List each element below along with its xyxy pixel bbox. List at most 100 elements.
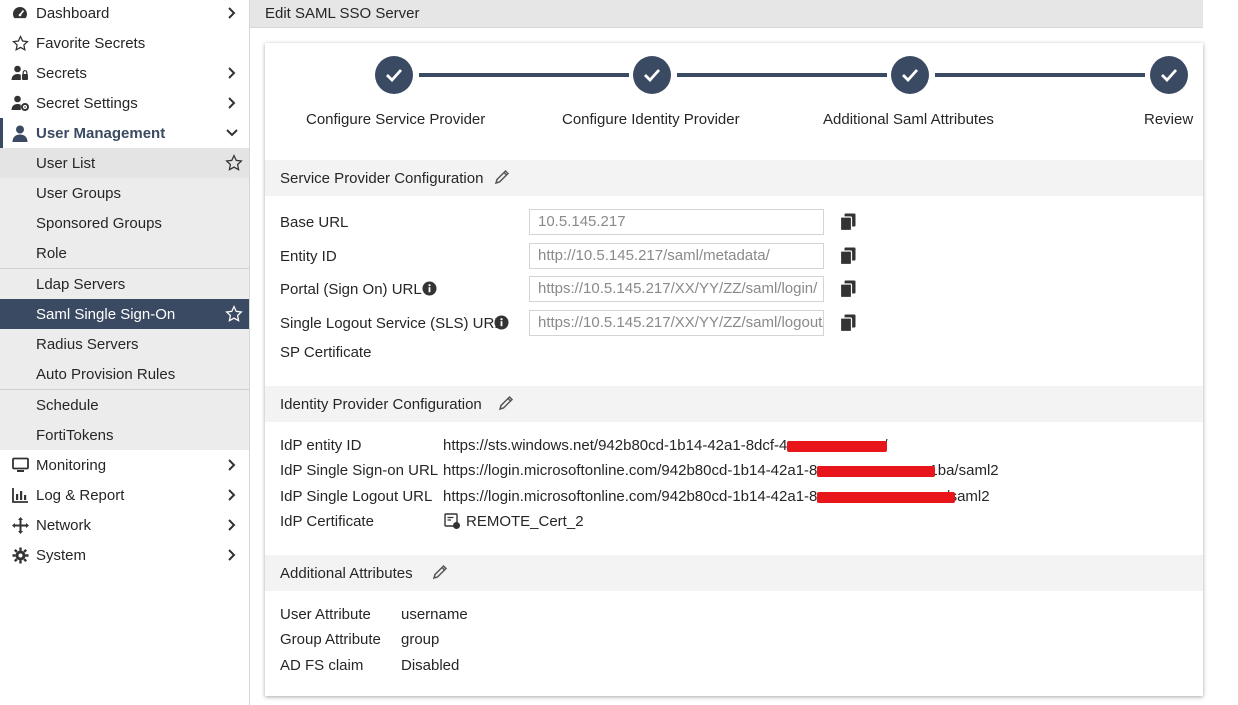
sidebar-item-label: Secrets (36, 64, 87, 82)
sidebar-item-sponsored-groups[interactable]: Sponsored Groups (0, 208, 249, 238)
chevron-down-icon (226, 129, 238, 137)
sidebar-item-label: Network (36, 516, 92, 534)
stepper-connector (419, 73, 629, 77)
sidebar-item-label: Radius Servers (36, 335, 139, 353)
pencil-icon[interactable] (432, 564, 448, 580)
sidebar-item-label: Saml Single Sign-On (36, 305, 176, 323)
check-icon (902, 69, 919, 82)
copy-icon[interactable] (840, 247, 856, 265)
sidebar-item-secret-settings[interactable]: Secret Settings (0, 88, 249, 118)
sidebar-item-network[interactable]: Network (0, 510, 249, 540)
redaction-mark (817, 466, 935, 477)
info-icon[interactable] (422, 281, 437, 296)
page-header: Edit SAML SSO Server (250, 0, 1203, 28)
copy-icon[interactable] (840, 213, 856, 231)
sidebar-item-system[interactable]: System (0, 540, 249, 570)
sidebar-item-monitoring[interactable]: Monitoring (0, 450, 249, 480)
sidebar-item-label: FortiTokens (36, 426, 114, 444)
redaction-mark (787, 441, 887, 452)
network-arrows-icon (10, 515, 30, 535)
entity-id-field[interactable]: http://10.5.145.217/saml/metadata/ (529, 243, 824, 269)
redaction-mark (817, 492, 955, 503)
sp-certificate-label: SP Certificate (280, 344, 372, 361)
user-lock-icon (10, 63, 30, 83)
sidebar-item-user-management[interactable]: User Management (0, 118, 249, 148)
certificate-icon (444, 513, 460, 529)
sidebar-item-schedule[interactable]: Schedule (0, 390, 249, 420)
sidebar-item-log-report[interactable]: Log & Report (0, 480, 249, 510)
sidebar-item-label: Auto Provision Rules (36, 365, 176, 383)
pencil-icon[interactable] (494, 169, 510, 185)
section-header-additional-attributes: Additional Attributes (265, 555, 1203, 591)
user-attribute-value: username (401, 606, 468, 623)
sidebar-item-label: Favorite Secrets (36, 34, 146, 52)
user-icon (10, 123, 30, 143)
idp-sso-url-label: IdP Single Sign-on URL (280, 462, 439, 479)
group-attribute-label: Group Attribute (280, 631, 381, 648)
sidebar-item-label: Ldap Servers (36, 275, 126, 293)
section-header-identity-provider: Identity Provider Configuration (265, 386, 1203, 422)
base-url-field[interactable]: 10.5.145.217 (529, 209, 824, 235)
bar-chart-icon (10, 485, 30, 505)
base-url-label: Base URL (280, 214, 349, 231)
sidebar-item-user-list[interactable]: User List (0, 148, 249, 178)
section-title: Service Provider Configuration (280, 170, 484, 187)
sidebar-item-label: Role (36, 244, 67, 262)
sidebar-item-label: Log & Report (36, 486, 125, 504)
chevron-right-icon (228, 67, 236, 79)
portal-url-field[interactable]: https://10.5.145.217/XX/YY/ZZ/saml/login… (529, 276, 824, 302)
step-3-complete[interactable] (891, 56, 929, 94)
sidebar: Dashboard Favorite Secrets Secrets Secre… (0, 0, 250, 705)
gear-icon (10, 545, 30, 565)
stepper-connector (677, 73, 887, 77)
sidebar-item-label: Sponsored Groups (36, 214, 162, 232)
page-title: Edit SAML SSO Server (265, 5, 420, 22)
sidebar-item-fortitokens[interactable]: FortiTokens (0, 420, 249, 450)
user-gear-icon (10, 93, 30, 113)
sidebar-item-dashboard[interactable]: Dashboard (0, 0, 249, 28)
sidebar-item-label: User Management (36, 124, 166, 142)
sidebar-item-role[interactable]: Role (0, 238, 249, 268)
adfs-claim-label: AD FS claim (280, 657, 364, 674)
sls-url-field[interactable]: https://10.5.145.217/XX/YY/ZZ/saml/logou… (529, 310, 824, 336)
entity-id-label: Entity ID (280, 248, 337, 265)
dashboard-icon (10, 3, 30, 23)
sidebar-item-radius-servers[interactable]: Radius Servers (0, 329, 249, 359)
check-icon (1161, 69, 1178, 82)
monitor-icon (10, 455, 30, 475)
pencil-icon[interactable] (498, 395, 514, 411)
sidebar-item-user-groups[interactable]: User Groups (0, 178, 249, 208)
sls-url-label: Single Logout Service (SLS) URL (280, 315, 503, 332)
check-icon (386, 69, 403, 82)
wizard-card: Configure Service Provider Configure Ide… (265, 43, 1203, 696)
step-label: Review (1144, 111, 1194, 128)
step-4-complete[interactable] (1150, 56, 1188, 94)
info-icon[interactable] (494, 315, 509, 330)
sidebar-item-favorite-secrets[interactable]: Favorite Secrets (0, 28, 249, 58)
chevron-right-icon (228, 519, 236, 531)
group-attribute-value: group (401, 631, 440, 648)
star-icon[interactable] (225, 305, 243, 323)
user-attribute-label: User Attribute (280, 606, 371, 623)
idp-slo-url-label: IdP Single Logout URL (280, 488, 433, 505)
sidebar-item-auto-provision-rules[interactable]: Auto Provision Rules (0, 359, 249, 389)
step-label: Configure Identity Provider (562, 111, 740, 128)
portal-url-label: Portal (Sign On) URL (280, 281, 422, 298)
sidebar-item-label: Dashboard (36, 4, 110, 22)
chevron-right-icon (228, 459, 236, 471)
step-label: Additional Saml Attributes (823, 111, 994, 128)
sidebar-item-secrets[interactable]: Secrets (0, 58, 249, 88)
sidebar-item-label: System (36, 546, 87, 564)
idp-entity-id-label: IdP entity ID (280, 437, 362, 454)
copy-icon[interactable] (840, 314, 856, 332)
step-2-complete[interactable] (633, 56, 671, 94)
sidebar-item-saml-single-sign-on[interactable]: Saml Single Sign-On (0, 299, 249, 329)
star-icon[interactable] (225, 154, 243, 172)
step-label: Configure Service Provider (306, 111, 486, 128)
sidebar-item-ldap-servers[interactable]: Ldap Servers (0, 269, 249, 299)
idp-certificate-value: REMOTE_Cert_2 (466, 513, 584, 530)
chevron-right-icon (228, 7, 236, 19)
copy-icon[interactable] (840, 280, 856, 298)
step-1-complete[interactable] (375, 56, 413, 94)
check-icon (644, 69, 661, 82)
